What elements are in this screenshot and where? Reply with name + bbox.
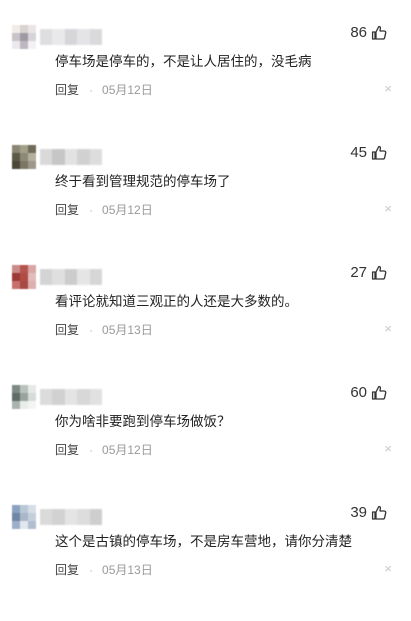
username-blurred[interactable] [40,269,103,285]
comment-item: 39 这个是古镇的停车场，不是房车营地，请你分清楚 回复 · 05月13日 × [0,501,411,621]
like-count: 86 [350,24,367,41]
thumbs-up-icon [371,385,387,401]
like-button[interactable]: 27 [350,264,387,281]
thumbs-up-icon [371,505,387,521]
comment-date: 05月12日 [102,83,153,97]
comment-date: 05月12日 [102,203,153,217]
avatar[interactable] [12,145,36,169]
meta-separator: · [89,442,94,457]
meta-separator: · [89,82,94,97]
like-count: 45 [350,144,367,161]
comment-meta: 回复 · 05月12日 [55,81,153,98]
avatar[interactable] [12,265,36,289]
thumbs-up-icon [371,145,387,161]
comment-text: 停车场是停车的，不是让人居住的，没毛病 [55,54,312,69]
close-icon[interactable]: × [384,562,392,576]
comment-item: 45 终于看到管理规范的停车场了 回复 · 05月12日 × [0,141,411,261]
comment-item: 27 看评论就知道三观正的人还是大多数的。 回复 · 05月13日 × [0,261,411,381]
like-count: 27 [350,264,367,281]
thumbs-up-icon [371,25,387,41]
like-button[interactable]: 60 [350,384,387,401]
reply-button[interactable]: 回复 [55,561,79,578]
comment-text: 你为啥非要跑到停车场做饭？ [55,414,231,429]
avatar[interactable] [12,505,36,529]
comment-date: 05月12日 [102,443,153,457]
reply-button[interactable]: 回复 [55,201,79,218]
comment-date: 05月13日 [102,563,153,577]
comment-item: 86 停车场是停车的，不是让人居住的，没毛病 回复 · 05月12日 × [0,21,411,141]
like-button[interactable]: 39 [350,504,387,521]
comment-text: 看评论就知道三观正的人还是大多数的。 [55,294,298,309]
close-icon[interactable]: × [384,322,392,336]
like-count: 60 [350,384,367,401]
meta-separator: · [89,322,94,337]
username-blurred[interactable] [40,509,103,525]
comment-date: 05月13日 [102,323,153,337]
like-count: 39 [350,504,367,521]
meta-separator: · [89,202,94,217]
comment-meta: 回复 · 05月13日 [55,561,153,578]
like-button[interactable]: 45 [350,144,387,161]
avatar[interactable] [12,385,36,409]
reply-button[interactable]: 回复 [55,321,79,338]
comment-text: 这个是古镇的停车场，不是房车营地，请你分清楚 [55,534,352,549]
reply-button[interactable]: 回复 [55,81,79,98]
close-icon[interactable]: × [384,82,392,96]
comment-meta: 回复 · 05月12日 [55,201,153,218]
comment-meta: 回复 · 05月12日 [55,441,153,458]
username-blurred[interactable] [40,29,103,45]
like-button[interactable]: 86 [350,24,387,41]
close-icon[interactable]: × [384,202,392,216]
comment-meta: 回复 · 05月13日 [55,321,153,338]
reply-button[interactable]: 回复 [55,441,79,458]
close-icon[interactable]: × [384,442,392,456]
username-blurred[interactable] [40,389,103,405]
comment-text: 终于看到管理规范的停车场了 [55,174,231,189]
thumbs-up-icon [371,265,387,281]
comment-item: 60 你为啥非要跑到停车场做饭？ 回复 · 05月12日 × [0,381,411,501]
meta-separator: · [89,562,94,577]
username-blurred[interactable] [40,149,103,165]
avatar[interactable] [12,25,36,49]
